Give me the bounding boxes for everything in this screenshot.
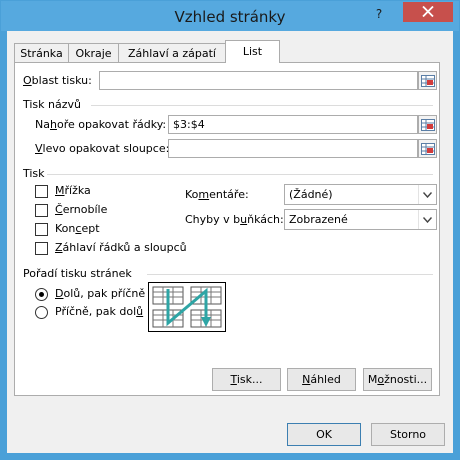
print-area-collapse-button[interactable]: [418, 71, 437, 90]
tab-stranka[interactable]: Stránka: [14, 43, 69, 62]
columns-to-repeat-field[interactable]: [168, 139, 418, 158]
row-col-headings-checkbox[interactable]: [35, 242, 48, 255]
black-and-white-checkbox[interactable]: [35, 204, 48, 217]
rows-to-repeat-field[interactable]: $3:$4: [168, 115, 418, 134]
gridlines-checkbox[interactable]: [35, 185, 48, 198]
draft-quality-label: Koncept: [55, 222, 100, 235]
page-order-divider: [147, 274, 433, 275]
range-select-icon: [421, 119, 435, 131]
print-divider: [47, 174, 433, 175]
ok-button[interactable]: OK: [287, 423, 361, 446]
chevron-down-icon: [423, 217, 432, 223]
rows-to-repeat-collapse-button[interactable]: [418, 115, 437, 134]
page-order-preview: [148, 282, 226, 332]
print-heading: Tisk: [23, 167, 45, 180]
options-button[interactable]: Možnosti...: [363, 368, 432, 391]
print-titles-heading: Tisk názvů: [23, 98, 82, 111]
gridlines-label: Mřížka: [55, 184, 91, 197]
over-then-down-label: Příčně, pak dolů: [55, 305, 144, 318]
title-bar: Vzhled stránky ?: [1, 1, 459, 31]
radio-selected-dot: [39, 292, 44, 297]
columns-to-repeat-label: Vlevo opakovat sloupce:: [35, 142, 170, 155]
tab-okraje[interactable]: Okraje: [68, 43, 119, 62]
sheet-tab-panel: Oblast tisku: Tisk názvů Nahoře opakovat…: [14, 62, 440, 396]
rows-to-repeat-label: Nahoře opakovat řádky:: [35, 118, 167, 131]
dialog-client-area: Stránka Okraje Záhlaví a zápatí List Obl…: [7, 31, 453, 453]
comments-dropdown-arrow[interactable]: [418, 185, 436, 204]
columns-to-repeat-collapse-button[interactable]: [418, 139, 437, 158]
cell-errors-select[interactable]: Zobrazené: [284, 209, 437, 230]
cell-errors-label: Chyby v buňkách:: [185, 213, 284, 226]
print-area-label: Oblast tisku:: [23, 74, 92, 87]
help-button[interactable]: ?: [367, 3, 391, 25]
down-then-over-radio[interactable]: [35, 288, 48, 301]
tab-zahlavi-a-zapati[interactable]: Záhlaví a zápatí: [118, 43, 226, 62]
close-button[interactable]: [403, 2, 453, 22]
cancel-button[interactable]: Storno: [371, 423, 445, 446]
print-titles-divider: [91, 105, 433, 106]
comments-label: Komentáře:: [185, 188, 249, 201]
page-order-heading: Pořadí tisku stránek: [23, 267, 132, 280]
print-button[interactable]: Tisk...: [212, 368, 281, 391]
over-then-down-radio[interactable]: [35, 306, 48, 319]
black-and-white-label: Černobíle: [55, 203, 108, 216]
close-icon: [422, 6, 434, 17]
chevron-down-icon: [423, 192, 432, 198]
row-col-headings-label: Záhlaví řádků a sloupců: [55, 241, 187, 254]
range-select-icon: [421, 143, 435, 155]
cell-errors-dropdown-arrow[interactable]: [418, 210, 436, 229]
print-preview-button[interactable]: Náhled: [287, 368, 356, 391]
comments-select[interactable]: (Žádné): [284, 184, 437, 205]
tab-list[interactable]: List: [225, 40, 280, 63]
down-then-over-label: Dolů, pak příčně: [55, 287, 146, 300]
page-setup-dialog: Vzhled stránky ? Stránka Okraje Záhlaví …: [0, 0, 460, 460]
range-select-icon: [421, 75, 435, 87]
page-order-diagram-icon: [152, 286, 222, 328]
draft-quality-checkbox[interactable]: [35, 223, 48, 236]
print-area-field[interactable]: [99, 71, 418, 90]
